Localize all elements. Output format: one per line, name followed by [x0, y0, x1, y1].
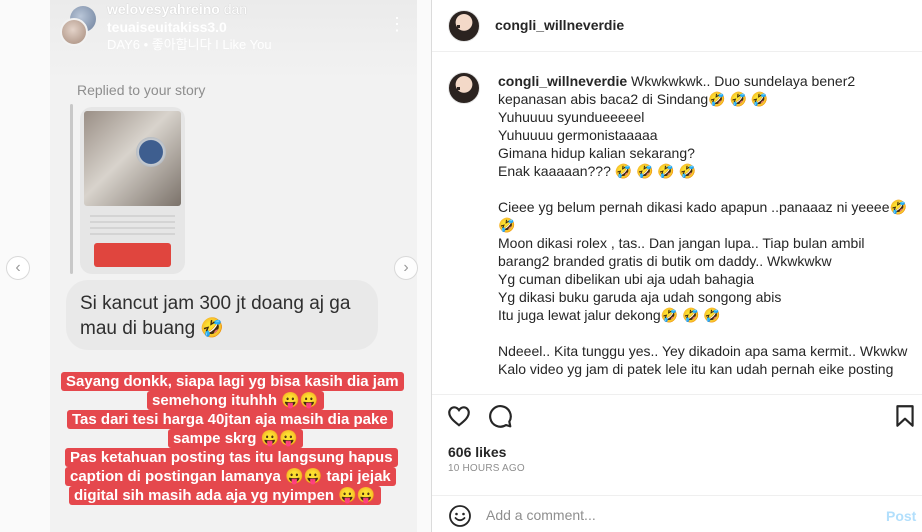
caption-line: sampe skrg 😛😛: [168, 429, 303, 448]
comment-gap: [498, 324, 914, 342]
smile-icon[interactable]: [448, 504, 472, 528]
comment-input[interactable]: [486, 504, 866, 526]
avatar[interactable]: [448, 72, 480, 104]
comment-line: Yg cuman dibelikan ubi aja udah bahagia: [498, 271, 755, 287]
post-button[interactable]: Post: [886, 508, 916, 524]
caption-line: Tas dari tesi harga 40jtan aja masih dia…: [67, 410, 393, 429]
comment-line: barang2 branded gratis di butik om daddy…: [498, 253, 832, 269]
caption-line: caption di postingan lamanya 😛😛 tapi jej…: [65, 467, 396, 486]
comment-line: Cieee yg belum pernah dikasi kado apapun…: [498, 199, 907, 215]
comment-username[interactable]: congli_willneverdie: [498, 73, 627, 89]
comment-line: Moon dikasi rolex , tas.. Dan jangan lup…: [498, 235, 865, 251]
thumbnail-text-lines: [90, 215, 175, 239]
heart-icon[interactable]: [446, 403, 472, 429]
chevron-right-icon[interactable]: ›: [394, 256, 418, 280]
story-more-icon: ⋮: [388, 14, 406, 34]
comment-line: 🤣: [498, 217, 516, 233]
caption-line: Pas ketahuan posting tas itu langsung ha…: [65, 448, 398, 467]
chevron-left-icon[interactable]: ‹: [6, 256, 30, 280]
comment-icon[interactable]: [487, 403, 513, 429]
story-screenshot: welovesyahreino dan teuaiseuitakiss3.0 D…: [50, 0, 417, 532]
avatar[interactable]: [448, 10, 480, 42]
comment-line: Gimana hidup kalian sekarang?: [498, 145, 695, 161]
comment-line: Enak kaaaaan??? 🤣 🤣 🤣 🤣: [498, 163, 697, 179]
story-avatar-2: [60, 18, 88, 46]
comment-line: Yuhuuuu germonistaaaaa: [498, 127, 658, 143]
header-username[interactable]: congli_willneverdie: [495, 17, 624, 33]
comment-body: congli_willneverdie Wkwkwkwk.. Duo sunde…: [498, 72, 914, 378]
caption-line: Sayang donkk, siapa lagi yg bisa kasih d…: [61, 372, 404, 391]
timestamp[interactable]: 10 HOURS AGO: [448, 463, 525, 474]
story-user-1: welovesyahreino: [107, 1, 220, 17]
comment-line: Yuhuuuu syundueeeeel: [498, 109, 645, 125]
caption-comment: congli_willneverdie Wkwkwkwk.. Duo sunde…: [432, 52, 922, 394]
comment-line: Ndeeel.. Kita tunggu yes.. Yey dikadoin …: [498, 343, 908, 359]
story-header: welovesyahreino dan teuaiseuitakiss3.0 D…: [50, 0, 417, 82]
comment-line: Itu juga lewat jalur dekong🤣 🤣 🤣: [498, 307, 721, 323]
reply-bubble: Si kancut jam 300 jt doang aj ga mau di …: [66, 280, 378, 350]
thumbnail-caption: [94, 243, 171, 267]
comment-line: kepanasan abis baca2 di Sindang🤣 🤣 🤣: [498, 91, 769, 107]
comment-first-line: congli_willneverdie Wkwkwkwk.. Duo sunde…: [498, 72, 914, 90]
post-media: welovesyahreino dan teuaiseuitakiss3.0 D…: [0, 0, 432, 532]
story-avatars: [60, 6, 100, 46]
story-thumbnail: [80, 107, 185, 274]
post-sidebar: congli_willneverdie congli_willneverdie …: [432, 0, 922, 532]
likes-count[interactable]: 606 likes: [448, 444, 506, 460]
caption-line: digital sih masih ada aja yg nyimpen 😛😛: [69, 486, 381, 505]
add-comment-bar: Post: [432, 495, 922, 532]
post-header: congli_willneverdie: [432, 0, 922, 52]
comment-line: Yg dikasi buku garuda aja udah songong a…: [498, 289, 782, 305]
story-user-2: teuaiseuitakiss3.0: [107, 19, 227, 35]
bookmark-icon[interactable]: [892, 403, 918, 429]
comment-text: Wkwkwkwk.. Duo sundelaya bener2: [627, 73, 856, 89]
watch-image: [136, 137, 166, 167]
story-usernames: welovesyahreino dan: [107, 0, 247, 18]
caption-line: semehong ituhhh 😛😛: [147, 391, 324, 410]
replied-label: Replied to your story: [77, 82, 206, 98]
comment-gap: [498, 180, 914, 198]
thumbnail-photo: [84, 111, 181, 206]
story-connector: dan: [223, 1, 248, 17]
reply-indicator: [70, 104, 73, 274]
comment-line: Kalo video yg jam di patek lele itu kan …: [498, 361, 894, 377]
action-bar: [432, 394, 922, 440]
story-song: DAY6 • 좋아합니다 I Like You: [107, 37, 272, 52]
